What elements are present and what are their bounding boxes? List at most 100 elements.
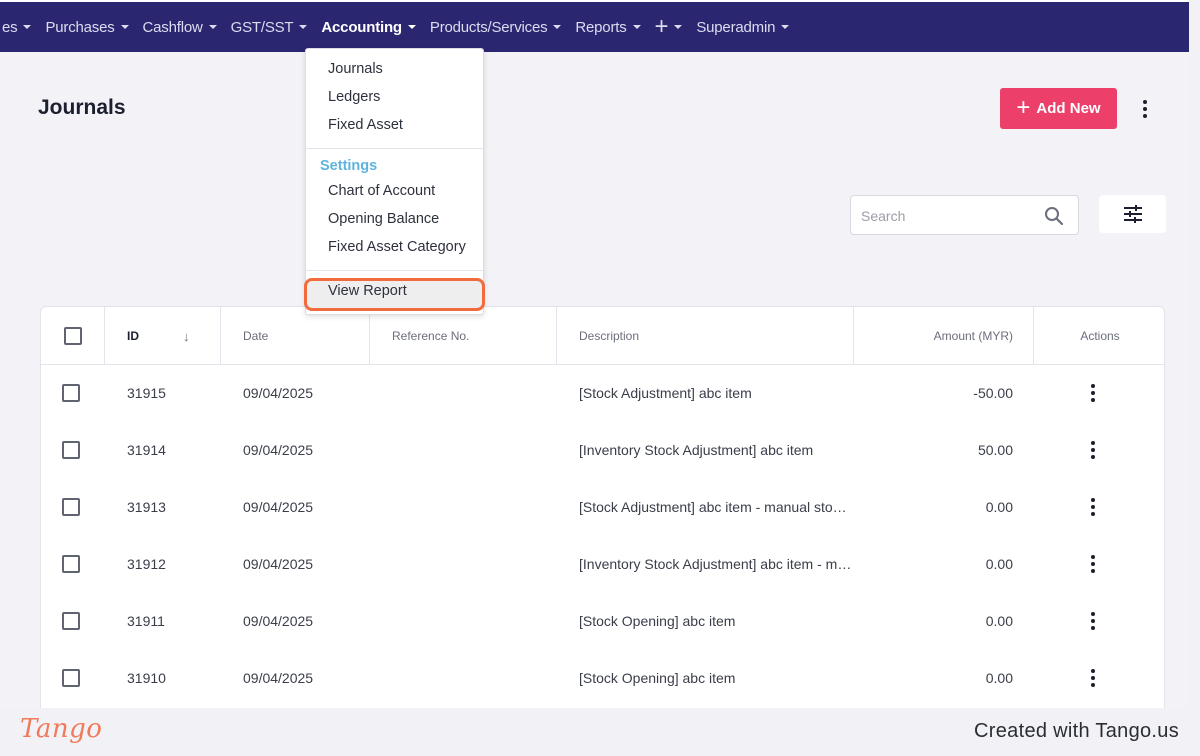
search-input[interactable]	[861, 205, 1041, 227]
table-row[interactable]: 31911 09/04/2025 [Stock Opening] abc ite…	[41, 592, 1164, 649]
menu-item-journals[interactable]: Journals	[328, 61, 383, 77]
filter-button[interactable]	[1099, 195, 1166, 233]
row-actions-cell	[1091, 421, 1095, 478]
row-more-options-icon[interactable]	[1091, 554, 1095, 573]
chevron-down-icon	[23, 25, 32, 29]
column-header-amount[interactable]: Amount (MYR)	[854, 307, 1034, 365]
nav-item-products-services[interactable]: Products/Services	[423, 2, 568, 52]
menu-item-ledgers[interactable]: Ledgers	[328, 89, 380, 105]
row-checkbox[interactable]	[62, 668, 80, 687]
cell-description: [Inventory Stock Adjustment] abc item - …	[579, 555, 852, 572]
chevron-down-icon	[553, 25, 562, 29]
search-icon[interactable]	[1044, 206, 1064, 226]
menu-divider	[306, 148, 483, 149]
table-row[interactable]: 31915 09/04/2025 [Stock Adjustment] abc …	[41, 364, 1164, 421]
chevron-down-icon	[299, 25, 308, 29]
top-navbar: es Purchases Cashflow GST/SST Accounting…	[0, 2, 1189, 52]
table-row[interactable]: 31910 09/04/2025 [Stock Opening] abc ite…	[41, 649, 1164, 706]
add-new-button[interactable]: + Add New	[1000, 88, 1117, 129]
column-header-id[interactable]: ID ↓	[105, 307, 221, 365]
column-header-label: Description	[579, 329, 640, 343]
table-header: ID ↓ Date Reference No. Description Amou…	[41, 307, 1164, 365]
cell-amount: 50.00	[977, 441, 1013, 458]
cell-id: 31910	[127, 669, 166, 686]
row-actions-cell	[1091, 592, 1095, 649]
chevron-down-icon	[632, 25, 641, 29]
plus-icon: +	[654, 13, 669, 40]
row-checkbox[interactable]	[62, 440, 80, 459]
row-more-options-icon[interactable]	[1091, 611, 1095, 630]
column-header-label: ID	[127, 329, 139, 343]
table-row[interactable]: 31914 09/04/2025 [Inventory Stock Adjust…	[41, 421, 1164, 478]
cell-amount: 0.00	[985, 612, 1013, 629]
header-checkbox-cell	[41, 307, 105, 365]
row-checkbox[interactable]	[62, 497, 80, 516]
cell-id: 31914	[127, 441, 166, 458]
menu-item-fixed-asset[interactable]: Fixed Asset	[328, 117, 403, 133]
nav-item-cashflow[interactable]: Cashflow	[136, 2, 224, 52]
row-actions-cell	[1091, 535, 1095, 592]
nav-item-label: es	[2, 18, 18, 36]
nav-item-gst-sst[interactable]: GST/SST	[224, 2, 315, 52]
row-actions-cell	[1091, 649, 1095, 706]
cell-description: [Stock Opening] abc item	[579, 612, 736, 629]
cell-amount: -50.00	[973, 384, 1013, 401]
menu-item-fixed-asset-category[interactable]: Fixed Asset Category	[328, 239, 466, 255]
more-options-icon[interactable]	[1135, 97, 1155, 121]
cell-amount: 0.00	[985, 498, 1013, 515]
nav-item-sales[interactable]: es	[0, 2, 38, 52]
row-actions-cell	[1091, 364, 1095, 421]
row-checkbox-cell	[62, 364, 80, 421]
row-checkbox-cell	[62, 478, 80, 535]
nav-item-create[interactable]: +	[648, 2, 690, 52]
nav-item-purchases[interactable]: Purchases	[38, 2, 135, 52]
cell-date: 09/04/2025	[243, 498, 314, 515]
column-header-reference[interactable]: Reference No.	[370, 307, 557, 365]
row-checkbox-cell	[62, 535, 80, 592]
accounting-dropdown-menu: Journals Ledgers Fixed Asset Settings Ch…	[304, 48, 485, 315]
cell-description: [Stock Adjustment] abc item	[579, 384, 752, 401]
row-more-options-icon[interactable]	[1091, 668, 1095, 687]
sort-arrow-down-icon[interactable]: ↓	[183, 329, 190, 344]
row-checkbox[interactable]	[62, 383, 80, 402]
select-all-checkbox[interactable]	[63, 327, 82, 345]
created-with-text: Created with Tango.us	[974, 720, 1179, 742]
chevron-down-icon	[120, 25, 129, 29]
row-actions-cell	[1091, 478, 1095, 535]
row-checkbox-cell	[62, 649, 80, 706]
menu-section-settings: Settings	[320, 158, 378, 174]
menu-item-opening-balance[interactable]: Opening Balance	[328, 211, 439, 227]
nav-item-label: Purchases	[45, 18, 115, 36]
menu-item-chart-of-account[interactable]: Chart of Account	[328, 183, 435, 199]
page-title: Journals	[38, 96, 126, 119]
column-header-label: Date	[243, 329, 269, 343]
row-more-options-icon[interactable]	[1091, 383, 1095, 402]
nav-item-label: GST/SST	[230, 18, 294, 36]
cell-date: 09/04/2025	[243, 555, 314, 572]
cell-description: [Stock Opening] abc item	[579, 669, 736, 686]
sliders-icon	[1123, 205, 1142, 223]
row-more-options-icon[interactable]	[1091, 497, 1095, 516]
nav-item-reports[interactable]: Reports	[568, 2, 647, 52]
chevron-down-icon	[407, 25, 416, 29]
row-checkbox[interactable]	[62, 554, 80, 573]
cell-description: [Stock Adjustment] abc item - manual sto…	[579, 498, 847, 515]
row-checkbox[interactable]	[62, 611, 80, 630]
nav-item-label: Cashflow	[142, 18, 203, 36]
table-row[interactable]: 31912 09/04/2025 [Inventory Stock Adjust…	[41, 535, 1164, 592]
column-header-description[interactable]: Description	[557, 307, 854, 365]
table-row[interactable]: 31913 09/04/2025 [Stock Adjustment] abc …	[41, 478, 1164, 535]
column-header-label: Actions	[1080, 329, 1120, 343]
nav-item-accounting[interactable]: Accounting	[314, 2, 423, 52]
cell-description: [Inventory Stock Adjustment] abc item	[579, 441, 814, 458]
nav-item-label: Products/Services	[429, 18, 548, 36]
menu-divider	[306, 270, 483, 271]
menu-item-view-report[interactable]: View Report	[328, 283, 407, 299]
nav-item-superadmin[interactable]: Superadmin	[689, 2, 796, 52]
nav-item-label: Reports	[575, 18, 627, 36]
row-more-options-icon[interactable]	[1091, 440, 1095, 459]
column-header-date[interactable]: Date	[221, 307, 370, 365]
chevron-down-icon	[208, 25, 217, 29]
page-content: Journals + Add New ID	[0, 52, 1189, 708]
nav-item-label: Superadmin	[696, 18, 776, 36]
